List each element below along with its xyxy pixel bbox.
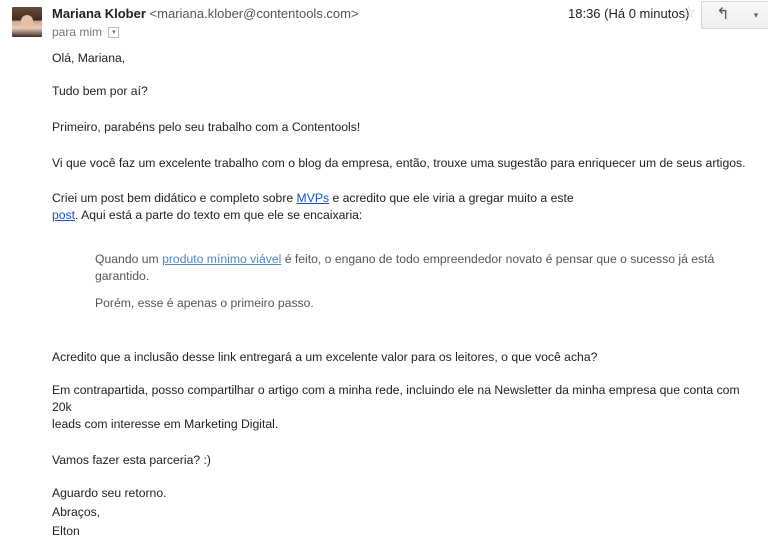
- paragraph-2: Primeiro, parabéns pelo seu trabalho com…: [52, 120, 361, 134]
- paragraph-5: Acredito que a inclusão desse link entre…: [52, 350, 598, 364]
- quote-line-1: Quando um produto mínimo viável é feito,…: [95, 251, 754, 285]
- recipient-details-dropdown[interactable]: ▾: [108, 27, 120, 39]
- p4-text-after: . Aqui está a parte do texto em que ele …: [75, 208, 363, 222]
- paragraph-1: Tudo bem por aí?: [52, 84, 148, 98]
- paragraph-6-line-1: Em contrapartida, posso compartilhar o a…: [52, 383, 740, 414]
- closing-line-2: Abraços,: [52, 505, 101, 519]
- message-timestamp: 18:36 (Há 0 minutos): [568, 6, 690, 21]
- p4-text-before: Criei um post bem didático e completo so…: [52, 191, 297, 205]
- quote-text-before: Quando um: [95, 252, 163, 266]
- sender-email: <mariana.klober@contentools.com>: [149, 6, 359, 21]
- greeting: Olá, Mariana,: [52, 51, 126, 65]
- closing-line-1: Aguardo seu retorno.: [52, 486, 167, 500]
- recipient-line: para mim ▾: [52, 25, 120, 39]
- paragraph-3: Vi que você faz um excelente trabalho co…: [52, 156, 746, 170]
- more-actions-button[interactable]: ▾: [743, 1, 768, 29]
- more-icon: ▾: [753, 10, 759, 20]
- reply-icon: ↰: [716, 6, 730, 23]
- paragraph-6-line-2: leads com interesse em Marketing Digital…: [52, 417, 279, 431]
- p4-text-mid: e acredito que ele viria a gregar muito …: [329, 191, 574, 205]
- sender-avatar[interactable]: [12, 7, 42, 37]
- sender-name[interactable]: Mariana Klober: [52, 6, 146, 21]
- paragraph-7: Vamos fazer esta parceria? :): [52, 453, 211, 467]
- message-body: Olá, Mariana, Tudo bem por aí? Primeiro,…: [52, 50, 754, 540]
- reply-button[interactable]: ↰: [701, 1, 745, 29]
- recipient-label: para mim: [52, 25, 103, 39]
- signature: Elton: [52, 524, 80, 538]
- quoted-excerpt: Quando um produto mínimo viável é feito,…: [52, 251, 754, 312]
- post-link[interactable]: post: [52, 208, 75, 222]
- paragraph-4: Criei um post bem didático e completo so…: [52, 190, 754, 224]
- quote-line-2: Porém, esse é apenas o primeiro passo.: [95, 296, 314, 310]
- star-icon[interactable]: ☆: [681, 3, 696, 23]
- sender-line: Mariana Klober <mariana.klober@contentoo…: [52, 6, 359, 21]
- mvp-product-link[interactable]: produto mínimo viável: [162, 252, 281, 266]
- chevron-down-icon: ▾: [112, 29, 116, 37]
- mvps-link[interactable]: MVPs: [297, 191, 330, 205]
